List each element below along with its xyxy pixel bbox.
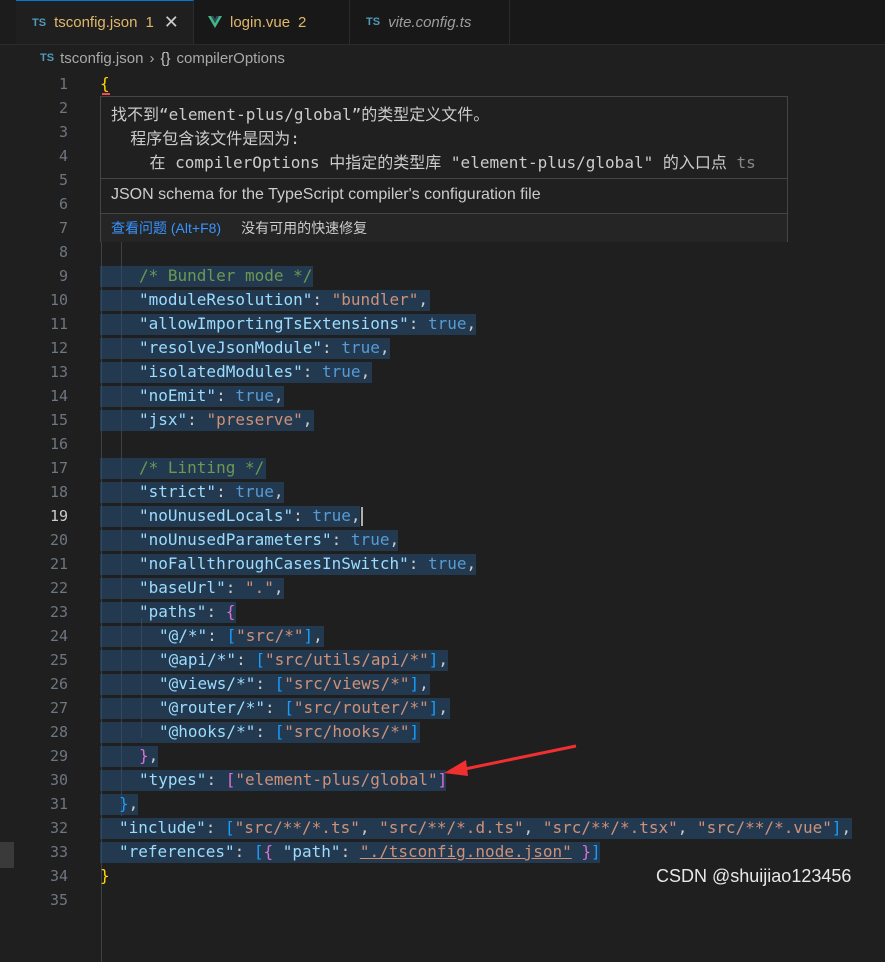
close-icon[interactable]: ✕	[164, 12, 179, 33]
line-number: 11	[49, 315, 68, 333]
gutter-marker	[0, 842, 14, 868]
code-line: 31},	[0, 792, 885, 816]
line-number: 22	[49, 579, 68, 597]
line-number: 35	[49, 891, 68, 909]
typescript-icon: TS	[40, 52, 55, 64]
code-line: 17/* Linting */	[0, 456, 885, 480]
error-squiggle	[102, 93, 110, 95]
line-number: 5	[58, 171, 68, 189]
line-number: 16	[49, 435, 68, 453]
code-line: 15 "jsx": "preserve",	[0, 408, 885, 432]
breadcrumb-symbol[interactable]: compilerOptions	[176, 50, 284, 67]
line-number: 28	[49, 723, 68, 741]
problem-count-badge: 1	[145, 14, 154, 31]
line-number: 31	[49, 795, 68, 813]
problem-count-badge: 2	[298, 13, 307, 31]
code-line: 11 "allowImportingTsExtensions": true,	[0, 312, 885, 336]
code-line: 10 "moduleResolution": "bundler",	[0, 288, 885, 312]
vue-icon	[208, 16, 222, 28]
tab-bar: TS tsconfig.json 1 ✕ login.vue 2 TS vite…	[0, 0, 885, 45]
line-number: 2	[58, 99, 68, 117]
red-arrow-annotation	[444, 744, 577, 776]
code-line: 23 "paths": {	[0, 600, 885, 624]
line-number: 23	[49, 603, 68, 621]
line-number: 10	[49, 291, 68, 309]
line-number: 4	[58, 147, 68, 165]
line-number: 12	[49, 339, 68, 357]
line-number: 7	[58, 219, 68, 237]
tab-tsconfig[interactable]: TS tsconfig.json 1 ✕	[16, 0, 194, 44]
code-line: 9/* Bundler mode */	[0, 264, 885, 288]
code-line: 1{	[0, 72, 885, 96]
code-line: 32 "include": ["src/**/*.ts", "src/**/*.d…	[0, 816, 885, 840]
line-number: 30	[49, 771, 68, 789]
breadcrumb-file[interactable]: tsconfig.json	[60, 50, 143, 67]
code-line: 20 "noUnusedParameters": true,	[0, 528, 885, 552]
line-number: 19	[49, 507, 68, 525]
line-number: 20	[49, 531, 68, 549]
text-cursor	[360, 507, 363, 526]
code-line: 12 "resolveJsonModule": true,	[0, 336, 885, 360]
typescript-icon: TS	[366, 16, 381, 28]
hover-error-message: 找不到“element-plus/global”的类型定义文件。 程序包含该文件…	[111, 105, 756, 172]
code-line: 21 "noFallthroughCasesInSwitch": true,	[0, 552, 885, 576]
divider	[101, 178, 787, 179]
watermark: CSDN @shuijiao123456	[656, 866, 852, 886]
view-problem-link[interactable]: 查看问题 (Alt+F8)	[111, 218, 221, 238]
line-number: 17	[49, 459, 68, 477]
breadcrumb: TS tsconfig.json › {} compilerOptions	[0, 45, 885, 71]
line-number: 13	[49, 363, 68, 381]
tab-label: tsconfig.json	[54, 14, 138, 31]
hover-schema-description: JSON schema for the TypeScript compiler'…	[111, 186, 541, 203]
line-number: 27	[49, 699, 68, 717]
code-line: 35	[0, 888, 885, 912]
line-number: 6	[58, 195, 68, 213]
line-number: 32	[49, 819, 68, 837]
line-number: 8	[58, 243, 68, 261]
code-line: 13 "isolatedModules": true,	[0, 360, 885, 384]
line-number: 21	[49, 555, 68, 573]
line-number: 24	[49, 627, 68, 645]
code-line: 24 "@/*": ["src/*"],	[0, 624, 885, 648]
code-line: 26 "@views/*": ["src/views/*"],	[0, 672, 885, 696]
line-number: 29	[49, 747, 68, 765]
line-number: 14	[49, 387, 68, 405]
no-quick-fix-label: 没有可用的快速修复	[241, 220, 368, 236]
line-number: 25	[49, 651, 68, 669]
code-line: 33 "references": [{ "path": "./tsconfig.n…	[0, 840, 885, 864]
code-line: 19 "noUnusedLocals": true,	[0, 504, 885, 528]
code-line: 27 "@router/*": ["src/router/*"],	[0, 696, 885, 720]
line-number: 9	[58, 267, 68, 285]
code-line: 14 "noEmit": true,	[0, 384, 885, 408]
object-icon: {}	[160, 49, 171, 67]
typescript-icon: TS	[32, 16, 47, 29]
tab-label: login.vue	[230, 13, 291, 31]
tab-login-vue[interactable]: login.vue 2	[194, 0, 350, 44]
code-line: 22 "baseUrl": ".",	[0, 576, 885, 600]
code-line: 18 "strict": true,	[0, 480, 885, 504]
code-line: 8	[0, 240, 885, 264]
code-line: 16	[0, 432, 885, 456]
tab-bar-left-strip	[0, 0, 16, 44]
hover-tooltip: 找不到“element-plus/global”的类型定义文件。 程序包含该文件…	[100, 96, 788, 242]
line-number: 15	[49, 411, 68, 429]
tab-vite-config[interactable]: TS vite.config.ts	[350, 0, 510, 44]
tab-label: vite.config.ts	[388, 13, 472, 31]
chevron-right-icon: ›	[149, 49, 155, 67]
line-number: 3	[58, 123, 68, 141]
line-number: 1	[58, 75, 68, 93]
hover-actions-bar: 查看问题 (Alt+F8) 没有可用的快速修复	[101, 214, 787, 242]
code-line: 25 "@api/*": ["src/utils/api/*"],	[0, 648, 885, 672]
line-number: 18	[49, 483, 68, 501]
line-number: 26	[49, 675, 68, 693]
